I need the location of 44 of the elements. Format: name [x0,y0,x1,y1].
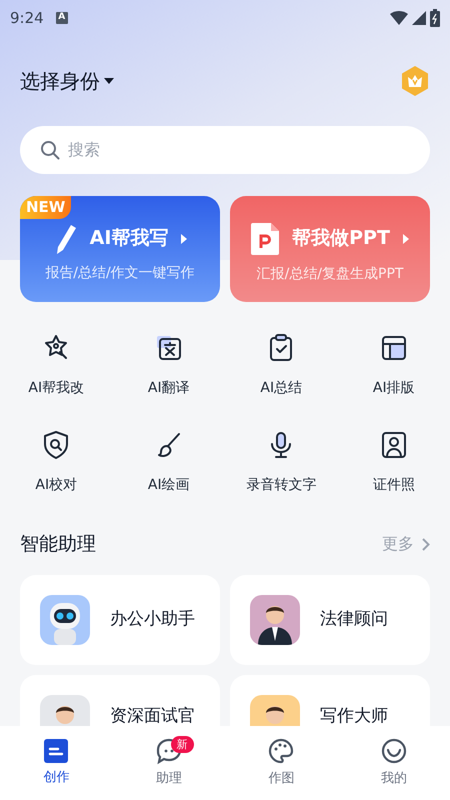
palette-icon [267,737,296,766]
caret-down-icon [104,78,114,84]
assistant-card[interactable]: 写作大师 [230,674,430,726]
feature-title: AI帮我写 [90,226,168,252]
search-field[interactable]: 搜索 [20,126,430,174]
feature-subtitle: 报告/总结/作文一键写作 [45,264,195,282]
nav-tab[interactable]: 新 助理 [112,726,225,800]
caret-right-icon [180,232,188,244]
assistant-card[interactable]: 法律顾问 [230,574,430,664]
search-input[interactable]: 搜索 [68,138,410,162]
search-icon [40,140,60,160]
new-badge: 新 [170,736,194,753]
tool-button[interactable]: AI绘画 [112,427,225,498]
caret-right-icon [402,232,410,244]
section-title: 智能助理 [20,532,96,557]
nav-tab[interactable]: 作图 [225,726,338,800]
status-time: 9:24 [10,8,44,29]
robot-avatar [40,594,90,644]
document-icon [43,738,70,764]
tool-button[interactable]: AI排版 [338,330,450,401]
person-avatar [250,594,300,644]
feature-title: 帮我做PPT [292,226,390,252]
tool-button[interactable]: 录音转文字 [225,427,338,498]
tool-button[interactable]: AI校对 [0,427,112,498]
tool-button[interactable]: AI翻译 [112,330,225,401]
tool-button[interactable]: AI帮我改 [0,330,112,401]
feature-card[interactable]: NEW AI帮我写 报告/总结/作文一键写作 [20,196,220,302]
chevron-right-icon [422,538,430,551]
nav-tab[interactable]: 创作 [0,726,112,800]
smile-icon [380,737,408,766]
assistant-card[interactable]: 办公小助手 [20,574,220,664]
signal-icon [412,11,426,25]
new-badge: NEW [20,196,72,219]
wifi-icon [390,11,408,25]
feature-subtitle: 汇报/总结/复盘生成PPT [256,264,404,284]
nav-tab[interactable]: 我的 [338,726,450,800]
vip-crown-icon[interactable] [400,65,430,97]
ppt-file-icon [250,222,280,256]
battery-icon [430,9,440,27]
assistant-card[interactable]: 资深面试官 [20,674,220,726]
notification-icon: A [56,12,68,24]
tool-button[interactable]: 证件照 [338,427,450,498]
tool-button[interactable]: AI总结 [225,330,338,401]
identity-dropdown[interactable]: 选择身份 [20,66,114,96]
